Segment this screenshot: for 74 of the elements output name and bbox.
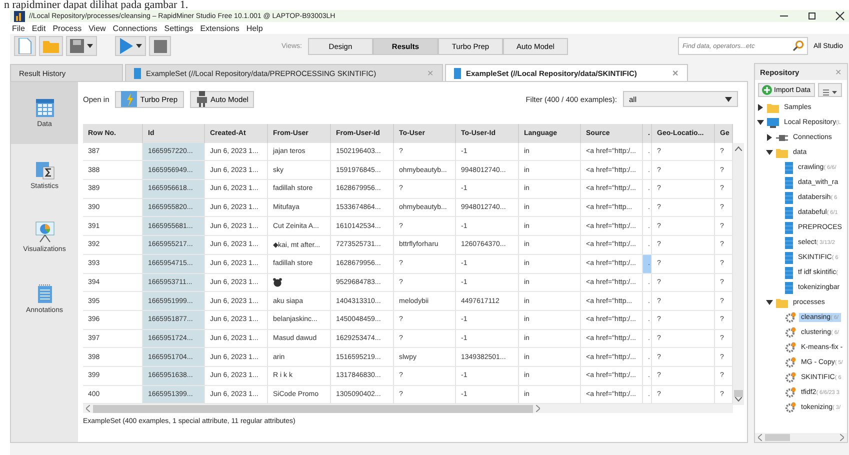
gear-icon <box>785 387 796 398</box>
scroll-up-icon[interactable] <box>735 146 742 151</box>
data-table-icon <box>785 266 793 278</box>
plug-icon <box>776 132 788 142</box>
notepad-icon <box>36 284 52 304</box>
scroll-left-icon[interactable] <box>86 405 90 412</box>
data-table-icon <box>134 68 141 78</box>
menu-item[interactable]: Process <box>52 24 82 32</box>
horizontal-scrollbar[interactable] <box>755 433 847 442</box>
menu-button[interactable] <box>818 83 842 97</box>
expander-icon[interactable] <box>766 299 773 306</box>
vertical-scrollbar[interactable] <box>733 142 744 405</box>
run-button[interactable] <box>115 36 146 56</box>
horizontal-scrollbar[interactable] <box>83 404 734 414</box>
search-icon[interactable] <box>793 40 804 51</box>
monitor-icon <box>767 118 779 128</box>
app-logo-icon <box>14 10 25 22</box>
stop-button[interactable] <box>149 36 171 56</box>
expander-icon[interactable] <box>757 104 764 111</box>
table-icon <box>121 91 138 107</box>
gear-icon <box>785 312 796 323</box>
data-table-icon <box>785 176 793 188</box>
expander-icon[interactable] <box>757 119 764 126</box>
scroll-left-icon[interactable] <box>758 434 762 441</box>
document-icon <box>18 38 32 54</box>
document-text: n rapidminer dapat dilihat pada gambar 1. <box>3 0 190 10</box>
scroll-thumb[interactable] <box>765 434 790 441</box>
dropdown-arrow-icon <box>725 96 732 102</box>
close-icon[interactable] <box>835 11 845 21</box>
scroll-thumb[interactable] <box>93 404 533 413</box>
save-button[interactable] <box>66 36 97 56</box>
data-table-icon <box>785 222 793 234</box>
scroll-down-icon[interactable] <box>735 396 742 402</box>
scroll-thumb[interactable] <box>734 390 743 397</box>
menu-item[interactable]: Connections <box>112 24 158 32</box>
robot-icon <box>196 91 208 107</box>
folder-icon <box>776 148 788 158</box>
gear-icon <box>785 327 796 338</box>
data-table-icon <box>785 282 793 294</box>
expander-icon[interactable] <box>766 149 773 156</box>
data-table-icon <box>785 192 793 204</box>
sigma-table-icon <box>34 160 54 180</box>
plus-icon <box>762 85 772 95</box>
scroll-right-icon[interactable] <box>536 405 540 412</box>
menu-icon <box>822 89 837 96</box>
new-process-button[interactable] <box>14 36 36 56</box>
folder-icon <box>776 298 788 308</box>
restore-icon[interactable] <box>807 11 817 21</box>
scroll-right-icon[interactable] <box>840 434 844 441</box>
chart-easel-icon <box>34 221 54 243</box>
gear-icon <box>785 402 796 413</box>
caret-icon <box>136 44 142 48</box>
data-table-icon <box>785 206 793 218</box>
stop-icon <box>154 40 166 52</box>
data-table-icon <box>454 68 461 78</box>
menu-item[interactable]: Settings <box>164 24 194 32</box>
table-icon <box>34 98 54 118</box>
menu-item[interactable]: View <box>88 24 106 32</box>
folder-icon <box>767 102 779 112</box>
caret-icon <box>87 44 93 48</box>
gear-icon <box>785 342 796 353</box>
emoji-icon <box>273 278 282 287</box>
data-table-icon <box>785 252 793 264</box>
folder-icon <box>43 40 59 52</box>
gear-icon <box>785 372 796 383</box>
menu-item[interactable]: File <box>12 24 25 32</box>
play-icon <box>119 38 133 54</box>
menu-item[interactable]: Extensions <box>200 24 240 32</box>
expander-icon[interactable] <box>766 134 773 141</box>
menu-item[interactable]: Edit <box>32 24 46 32</box>
data-table-icon <box>785 236 793 248</box>
gear-icon <box>785 357 796 368</box>
menu-item[interactable]: Help <box>246 24 263 32</box>
data-table-icon <box>785 162 793 174</box>
